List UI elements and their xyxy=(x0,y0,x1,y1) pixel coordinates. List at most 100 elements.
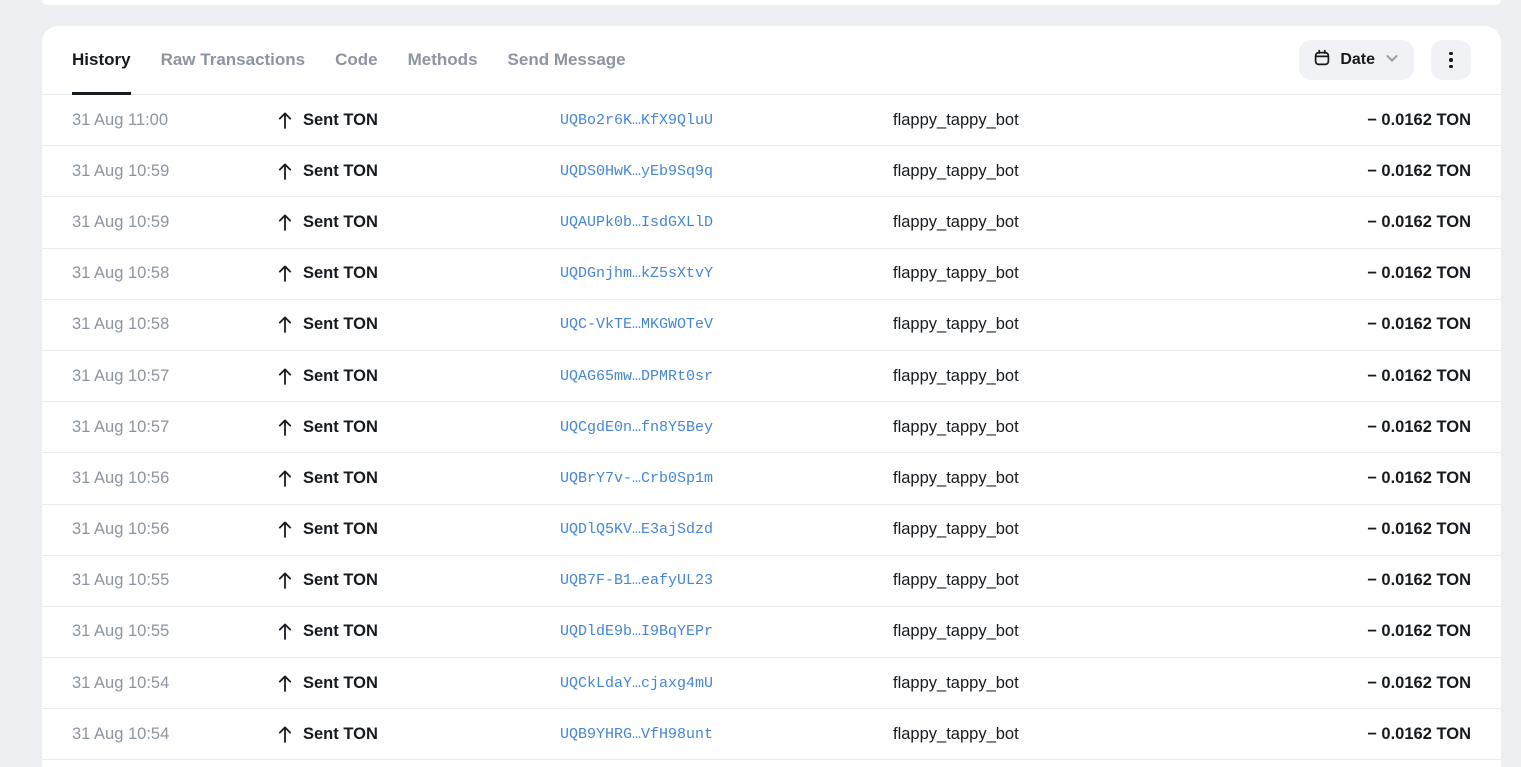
transaction-time: 31 Aug 10:57 xyxy=(72,418,277,437)
transaction-action-label: Sent TON xyxy=(303,725,378,744)
transaction-action: Sent TON xyxy=(277,469,560,488)
counterparty-account-link[interactable]: flappy_tappy_bot xyxy=(893,111,1367,130)
transaction-time: 31 Aug 10:58 xyxy=(72,264,277,283)
transaction-amount: − 0.0162 TON xyxy=(1367,264,1471,283)
transaction-time: 31 Aug 10:57 xyxy=(72,367,277,386)
transaction-amount: − 0.0162 TON xyxy=(1367,674,1471,693)
transaction-amount: − 0.0162 TON xyxy=(1367,622,1471,641)
counterparty-account-link[interactable]: flappy_tappy_bot xyxy=(893,622,1367,641)
arrow-up-icon xyxy=(277,520,293,539)
tab-history[interactable]: History xyxy=(72,26,131,94)
transaction-row[interactable]: 31 Aug 10:59 Sent TON UQDS0HwK…yEb9Sq9q … xyxy=(42,146,1501,197)
chevron-down-icon xyxy=(1384,50,1400,71)
kebab-menu-icon xyxy=(1449,52,1453,69)
counterparty-address-link[interactable]: UQAUPk0b…IsdGXLlD xyxy=(560,214,893,231)
transaction-row[interactable]: 31 Aug 10:57 Sent TON UQAG65mw…DPMRt0sr … xyxy=(42,351,1501,402)
arrow-up-icon xyxy=(277,469,293,488)
transaction-time: 31 Aug 11:00 xyxy=(72,111,277,130)
counterparty-address-link[interactable]: UQBrY7v-…Crb0Sp1m xyxy=(560,470,893,487)
transaction-action: Sent TON xyxy=(277,162,560,181)
transaction-row[interactable]: 31 Aug 10:55 Sent TON UQB7F-B1…eafyUL23 … xyxy=(42,556,1501,607)
counterparty-address-link[interactable]: UQC-VkTE…MKGWOTeV xyxy=(560,316,893,333)
transaction-action-label: Sent TON xyxy=(303,622,378,641)
counterparty-account-link[interactable]: flappy_tappy_bot xyxy=(893,674,1367,693)
transaction-row[interactable]: 31 Aug 10:56 Sent TON UQDlQ5KV…E3ajSdzd … xyxy=(42,505,1501,556)
transaction-action-label: Sent TON xyxy=(303,264,378,283)
counterparty-address-link[interactable]: UQBo2r6K…KfX9QluU xyxy=(560,112,893,129)
transaction-amount: − 0.0162 TON xyxy=(1367,367,1471,386)
arrow-up-icon xyxy=(277,111,293,130)
transactions-list: 31 Aug 11:00 Sent TON UQBo2r6K…KfX9QluU … xyxy=(42,95,1501,760)
counterparty-address-link[interactable]: UQDGnjhm…kZ5sXtvY xyxy=(560,265,893,282)
transaction-action-label: Sent TON xyxy=(303,213,378,232)
transaction-action: Sent TON xyxy=(277,264,560,283)
transaction-amount: − 0.0162 TON xyxy=(1367,213,1471,232)
calendar-icon xyxy=(1313,49,1331,72)
transaction-amount: − 0.0162 TON xyxy=(1367,162,1471,181)
transaction-amount: − 0.0162 TON xyxy=(1367,315,1471,334)
counterparty-account-link[interactable]: flappy_tappy_bot xyxy=(893,213,1367,232)
transaction-time: 31 Aug 10:58 xyxy=(72,315,277,334)
counterparty-account-link[interactable]: flappy_tappy_bot xyxy=(893,520,1367,539)
transaction-amount: − 0.0162 TON xyxy=(1367,418,1471,437)
tab-bar: History Raw Transactions Code Methods Se… xyxy=(42,26,1501,95)
transaction-action-label: Sent TON xyxy=(303,315,378,334)
counterparty-account-link[interactable]: flappy_tappy_bot xyxy=(893,571,1367,590)
tab-methods[interactable]: Methods xyxy=(408,26,478,94)
transaction-row[interactable]: 31 Aug 10:54 Sent TON UQCkLdaY…cjaxg4mU … xyxy=(42,658,1501,709)
counterparty-address-link[interactable]: UQB9YHRG…VfH98unt xyxy=(560,726,893,743)
counterparty-account-link[interactable]: flappy_tappy_bot xyxy=(893,725,1367,744)
arrow-up-icon xyxy=(277,315,293,334)
transaction-action: Sent TON xyxy=(277,571,560,590)
counterparty-account-link[interactable]: flappy_tappy_bot xyxy=(893,315,1367,334)
counterparty-address-link[interactable]: UQCkLdaY…cjaxg4mU xyxy=(560,675,893,692)
tab-code[interactable]: Code xyxy=(335,26,378,94)
transaction-action-label: Sent TON xyxy=(303,111,378,130)
counterparty-address-link[interactable]: UQDS0HwK…yEb9Sq9q xyxy=(560,163,893,180)
transaction-action: Sent TON xyxy=(277,520,560,539)
counterparty-address-link[interactable]: UQAG65mw…DPMRt0sr xyxy=(560,368,893,385)
transaction-time: 31 Aug 10:54 xyxy=(72,674,277,693)
counterparty-address-link[interactable]: UQDlQ5KV…E3ajSdzd xyxy=(560,521,893,538)
counterparty-address-link[interactable]: UQB7F-B1…eafyUL23 xyxy=(560,572,893,589)
transaction-row[interactable]: 31 Aug 11:00 Sent TON UQBo2r6K…KfX9QluU … xyxy=(42,95,1501,146)
transaction-row[interactable]: 31 Aug 10:56 Sent TON UQBrY7v-…Crb0Sp1m … xyxy=(42,453,1501,504)
date-filter-label: Date xyxy=(1340,51,1375,69)
transaction-amount: − 0.0162 TON xyxy=(1367,520,1471,539)
date-filter-button[interactable]: Date xyxy=(1299,40,1414,80)
transaction-row[interactable]: 31 Aug 10:59 Sent TON UQAUPk0b…IsdGXLlD … xyxy=(42,197,1501,248)
transaction-action: Sent TON xyxy=(277,622,560,641)
counterparty-address-link[interactable]: UQCgdE0n…fn8Y5Bey xyxy=(560,419,893,436)
previous-card-bottom-edge xyxy=(42,0,1501,5)
tab-raw-transactions[interactable]: Raw Transactions xyxy=(161,26,306,94)
arrow-up-icon xyxy=(277,264,293,283)
counterparty-account-link[interactable]: flappy_tappy_bot xyxy=(893,264,1367,283)
transaction-row[interactable]: 31 Aug 10:57 Sent TON UQCgdE0n…fn8Y5Bey … xyxy=(42,402,1501,453)
arrow-up-icon xyxy=(277,162,293,181)
transaction-time: 31 Aug 10:59 xyxy=(72,162,277,181)
tab-send-message[interactable]: Send Message xyxy=(508,26,626,94)
counterparty-account-link[interactable]: flappy_tappy_bot xyxy=(893,469,1367,488)
transaction-action-label: Sent TON xyxy=(303,418,378,437)
transaction-time: 31 Aug 10:56 xyxy=(72,520,277,539)
transaction-action-label: Sent TON xyxy=(303,674,378,693)
transaction-action: Sent TON xyxy=(277,315,560,334)
transaction-action-label: Sent TON xyxy=(303,367,378,386)
transaction-action-label: Sent TON xyxy=(303,571,378,590)
more-actions-button[interactable] xyxy=(1431,40,1471,80)
transaction-row[interactable]: 31 Aug 10:54 Sent TON UQB9YHRG…VfH98unt … xyxy=(42,709,1501,760)
transaction-action: Sent TON xyxy=(277,213,560,232)
counterparty-account-link[interactable]: flappy_tappy_bot xyxy=(893,418,1367,437)
transaction-row[interactable]: 31 Aug 10:58 Sent TON UQDGnjhm…kZ5sXtvY … xyxy=(42,249,1501,300)
transaction-row[interactable]: 31 Aug 10:55 Sent TON UQDldE9b…I9BqYEPr … xyxy=(42,607,1501,658)
tabs: History Raw Transactions Code Methods Se… xyxy=(72,26,626,94)
counterparty-account-link[interactable]: flappy_tappy_bot xyxy=(893,367,1367,386)
transaction-action-label: Sent TON xyxy=(303,520,378,539)
transaction-row[interactable]: 31 Aug 10:58 Sent TON UQC-VkTE…MKGWOTeV … xyxy=(42,300,1501,351)
transaction-action: Sent TON xyxy=(277,674,560,693)
counterparty-account-link[interactable]: flappy_tappy_bot xyxy=(893,162,1367,181)
arrow-up-icon xyxy=(277,367,293,386)
transaction-amount: − 0.0162 TON xyxy=(1367,111,1471,130)
arrow-up-icon xyxy=(277,418,293,437)
counterparty-address-link[interactable]: UQDldE9b…I9BqYEPr xyxy=(560,623,893,640)
